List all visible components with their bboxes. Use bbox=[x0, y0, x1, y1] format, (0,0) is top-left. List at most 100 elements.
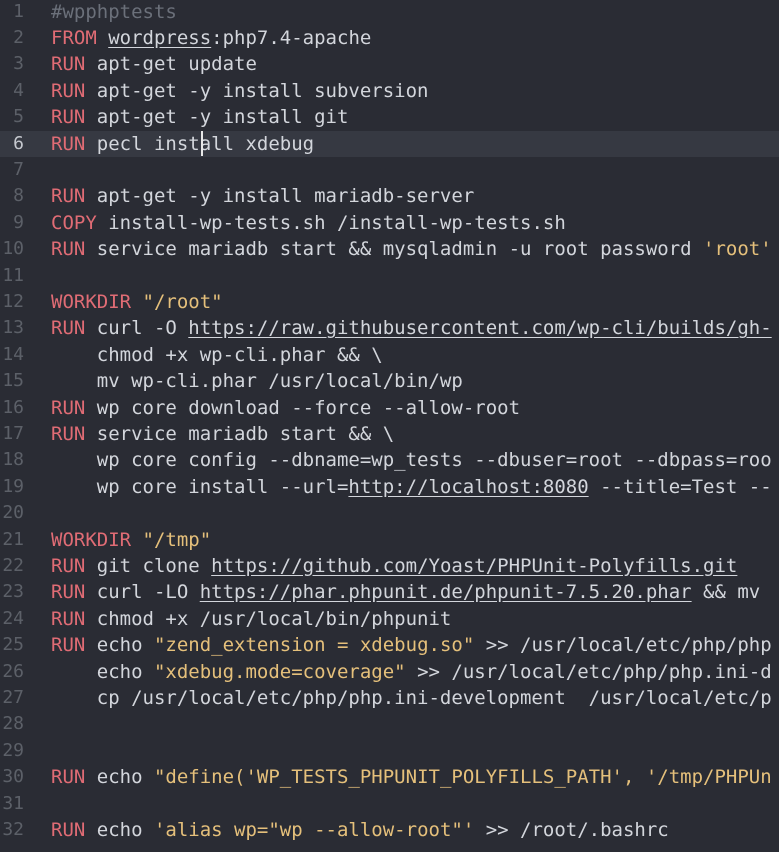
line-number: 27 bbox=[2, 686, 24, 708]
code-editor[interactable]: 1 #wpphptests 2 FROM wordpress:php7.4-apach… bbox=[0, 0, 779, 852]
code-line[interactable]: 29 bbox=[0, 738, 779, 764]
code-line[interactable]: 10 RUN service mariadb start && mysqladmi… bbox=[0, 236, 779, 262]
line-number: 15 bbox=[2, 370, 24, 392]
code-line[interactable]: 24 RUN chmod +x /usr/local/bin/phpunit bbox=[0, 606, 779, 632]
code-token: && mv bbox=[691, 581, 772, 604]
code-token: RUN bbox=[51, 766, 86, 789]
code-line[interactable]: 13 RUN curl -O https://raw.githubusercont… bbox=[0, 315, 779, 341]
code-text: RUN pecl install xdebug bbox=[51, 131, 314, 157]
code-line[interactable]: 12 WORKDIR "/root" bbox=[0, 289, 779, 315]
code-token: wp core install --url= bbox=[51, 475, 349, 498]
code-token: "/tmp" bbox=[142, 528, 212, 551]
code-line[interactable]: 23 RUN curl -LO https://phar.phpunit.de/p… bbox=[0, 579, 779, 605]
code-token: "/root" bbox=[142, 290, 223, 313]
code-token: RUN bbox=[51, 554, 86, 577]
code-line[interactable]: 3 RUN apt-get update bbox=[0, 51, 779, 77]
line-number: 9 bbox=[13, 211, 24, 233]
code-text: RUN echo 'alias wp="wp --allow-root"' >>… bbox=[51, 817, 669, 843]
code-line[interactable]: 5 RUN apt-get -y install git bbox=[0, 104, 779, 130]
code-line[interactable]: 7 bbox=[0, 157, 779, 183]
code-text: RUN curl -O https://raw.githubuserconten… bbox=[51, 315, 772, 341]
code-token: https://raw.githubusercontent.com/wp-cli… bbox=[188, 317, 772, 340]
code-text: RUN echo "define('WP_TESTS_PHPUNIT_POLYF… bbox=[51, 764, 772, 790]
code-token: wordpress bbox=[108, 26, 212, 49]
code-text: RUN chmod +x /usr/local/bin/phpunit bbox=[51, 606, 451, 632]
code-text: RUN service mariadb start && \ bbox=[51, 421, 394, 447]
code-token: RUN bbox=[51, 581, 86, 604]
code-line[interactable]: 25 RUN echo "zend_extension = xdebug.so" … bbox=[0, 632, 779, 658]
line-number: 13 bbox=[2, 317, 24, 339]
code-token: RUN bbox=[51, 132, 86, 155]
code-text: cp /usr/local/etc/php/php.ini-developmen… bbox=[51, 685, 772, 711]
code-line[interactable]: 19 wp core install --url=http://localhos… bbox=[0, 474, 779, 500]
code-line[interactable]: 4 RUN apt-get -y install subversion bbox=[0, 78, 779, 104]
code-token: chmod +x /usr/local/bin/phpunit bbox=[85, 607, 452, 630]
code-line[interactable]: 14 chmod +x wp-cli.phar && \ bbox=[0, 342, 779, 368]
code-line[interactable]: 18 wp core config --dbname=wp_tests --db… bbox=[0, 447, 779, 473]
line-number: 19 bbox=[2, 475, 24, 497]
code-text: RUN service mariadb start && mysqladmin … bbox=[51, 236, 772, 262]
code-token: echo bbox=[85, 766, 154, 789]
code-line[interactable]: 26 echo "xdebug.mode=coverage" >> /usr/l… bbox=[0, 659, 779, 685]
line-number: 21 bbox=[2, 528, 24, 550]
code-token: RUN bbox=[51, 607, 86, 630]
code-text: WORKDIR "/root" bbox=[51, 289, 223, 315]
line-number: 5 bbox=[13, 106, 24, 128]
code-text: RUN apt-get -y install subversion bbox=[51, 78, 429, 104]
code-text: COPY install-wp-tests.sh /install-wp-tes… bbox=[51, 210, 566, 236]
text-cursor bbox=[201, 131, 203, 156]
code-text: WORKDIR "/tmp" bbox=[51, 527, 211, 553]
line-number: 25 bbox=[2, 634, 24, 656]
line-number: 8 bbox=[13, 185, 24, 207]
line-number: 1 bbox=[13, 0, 24, 22]
code-token: cp /usr/local/etc/php/php.ini-developmen… bbox=[51, 686, 772, 709]
code-text: #wpphptests bbox=[51, 0, 177, 25]
code-token: http://localhost:8080 bbox=[348, 475, 589, 498]
code-token: RUN bbox=[51, 106, 86, 129]
code-token: :php7.4-apache bbox=[211, 26, 372, 49]
code-token: https://github.com/Yoast/PHPUnit-Polyfil… bbox=[211, 554, 738, 577]
code-line[interactable]: 1 #wpphptests bbox=[0, 0, 779, 25]
code-text: RUN apt-get -y install git bbox=[51, 104, 348, 130]
code-line[interactable]: 31 bbox=[0, 791, 779, 817]
code-line[interactable]: 30 RUN echo "define('WP_TESTS_PHPUNIT_POL… bbox=[0, 764, 779, 790]
line-number: 20 bbox=[2, 502, 24, 524]
code-token: >> /usr/local/etc/php/php bbox=[474, 634, 772, 657]
code-line[interactable]: 6 RUN pecl install xdebug bbox=[0, 130, 779, 157]
code-token: mv wp-cli.phar /usr/local/bin/wp bbox=[51, 370, 463, 393]
code-token: RUN bbox=[51, 422, 86, 445]
code-line[interactable]: 21 WORKDIR "/tmp" bbox=[0, 527, 779, 553]
line-number: 29 bbox=[2, 739, 24, 761]
code-token: "define('WP_TESTS_PHPUNIT_POLYFILLS_PATH… bbox=[153, 766, 772, 789]
code-token: curl -O bbox=[85, 317, 189, 340]
code-token: >> /usr/local/etc/php/php.ini-d bbox=[405, 660, 772, 683]
code-text: RUN curl -LO https://phar.phpunit.de/php… bbox=[51, 579, 772, 605]
code-line[interactable]: 22 RUN git clone https://github.com/Yoast… bbox=[0, 553, 779, 579]
code-token: install-wp-tests.sh /install-wp-tests.sh bbox=[96, 211, 566, 234]
code-line[interactable]: 32 RUN echo 'alias wp="wp --allow-root"' … bbox=[0, 817, 779, 843]
code-token: curl -LO bbox=[85, 581, 200, 604]
code-token: echo bbox=[51, 660, 154, 683]
code-token: apt-get update bbox=[85, 53, 257, 76]
code-token: RUN bbox=[51, 317, 86, 340]
line-number: 12 bbox=[2, 290, 24, 312]
code-line[interactable]: 17 RUN service mariadb start && \ bbox=[0, 421, 779, 447]
code-token: service mariadb start && mysqladmin -u r… bbox=[85, 238, 704, 261]
code-line[interactable]: 11 bbox=[0, 263, 779, 289]
line-number: 22 bbox=[2, 554, 24, 576]
code-line[interactable]: 20 bbox=[0, 500, 779, 526]
code-text: wp core config --dbname=wp_tests --dbuse… bbox=[51, 447, 772, 473]
code-line[interactable]: 8 RUN apt-get -y install mariadb-server bbox=[0, 183, 779, 209]
code-text: RUN apt-get update bbox=[51, 51, 257, 77]
code-line[interactable]: 28 bbox=[0, 711, 779, 737]
code-line[interactable]: 15 mv wp-cli.phar /usr/local/bin/wp bbox=[0, 368, 779, 394]
code-token: "xdebug.mode=coverage" bbox=[153, 660, 406, 683]
line-number: 10 bbox=[2, 238, 24, 260]
code-line[interactable]: 2 FROM wordpress:php7.4-apache bbox=[0, 25, 779, 51]
code-token: --title=Test -- bbox=[588, 475, 772, 498]
code-line[interactable]: 16 RUN wp core download --force --allow-r… bbox=[0, 395, 779, 421]
code-line[interactable]: 27 cp /usr/local/etc/php/php.ini-develop… bbox=[0, 685, 779, 711]
code-line[interactable]: 9 COPY install-wp-tests.sh /install-wp-te… bbox=[0, 210, 779, 236]
line-number: 14 bbox=[2, 343, 24, 365]
